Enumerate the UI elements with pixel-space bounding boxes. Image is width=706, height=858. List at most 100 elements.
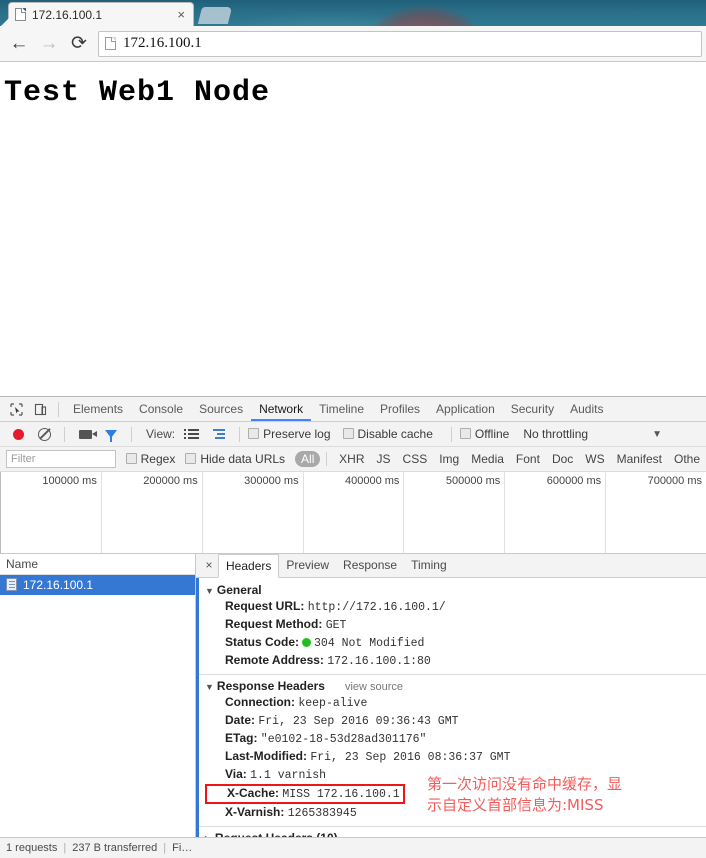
header-name: Remote Address: — [225, 652, 324, 667]
header-name: Status Code: — [225, 634, 300, 649]
request-name: 172.16.100.1 — [23, 577, 94, 592]
filter-type-media[interactable]: Media — [465, 451, 510, 467]
timeline-tick-label: 500000 ms — [445, 475, 501, 488]
timeline-tick-label: 600000 ms — [546, 475, 602, 488]
view-source-link[interactable]: view source — [345, 681, 403, 693]
tab-response[interactable]: Response — [336, 554, 404, 577]
forward-icon[interactable]: → — [34, 29, 64, 59]
waterfall-view-icon[interactable] — [207, 422, 231, 446]
header-value: "e0102-18-53d28ad301176" — [260, 732, 427, 746]
desktop-wallpaper-glow — [200, 10, 460, 26]
filter-type-other[interactable]: Othe — [668, 451, 706, 467]
header-name: X-Varnish: — [225, 804, 285, 819]
header-name: ETag: — [225, 730, 258, 745]
header-value: keep-alive — [298, 696, 368, 710]
timeline-tick-label: 100000 ms — [42, 475, 97, 488]
header-value[interactable]: http://172.16.100.1/ — [308, 601, 446, 614]
browser-title-bar: 172.16.100.1 × — [0, 0, 706, 26]
disable-cache-checkbox[interactable]: Disable cache — [342, 427, 433, 441]
filter-type-all[interactable]: All — [295, 451, 321, 468]
filter-input[interactable]: Filter — [6, 450, 116, 469]
tab-sources[interactable]: Sources — [191, 397, 251, 421]
tab-security[interactable]: Security — [503, 397, 562, 421]
filter-type-js[interactable]: JS — [371, 451, 397, 467]
timeline-tick-label: 200000 ms — [143, 475, 198, 488]
page-favicon-icon — [15, 8, 26, 21]
offline-checkbox[interactable]: Offline — [459, 427, 509, 441]
transferred-size: 237 B transferred — [72, 841, 158, 854]
tab-audits[interactable]: Audits — [562, 397, 611, 421]
filter-type-doc[interactable]: Doc — [546, 451, 579, 467]
tab-application[interactable]: Application — [428, 397, 503, 421]
regex-checkbox[interactable]: Regex — [125, 452, 176, 467]
header-row-x-cache-highlighted: X-Cache: MISS 172.16.100.1 — [205, 783, 405, 804]
timeline-tick: 300000 ms — [203, 472, 304, 553]
document-icon — [6, 578, 17, 592]
inspect-element-icon[interactable] — [4, 397, 28, 421]
filter-type-ws[interactable]: WS — [579, 451, 610, 467]
hide-data-urls-checkbox[interactable]: Hide data URLs — [185, 452, 285, 466]
filter-divider — [326, 452, 328, 467]
chevron-down-icon[interactable]: ▼ — [652, 429, 662, 440]
timeline-tick: 400000 ms — [304, 472, 405, 553]
close-icon[interactable]: × — [175, 8, 187, 21]
tab-profiles[interactable]: Profiles — [372, 397, 428, 421]
camera-icon[interactable] — [73, 422, 97, 446]
filter-type-manifest[interactable]: Manifest — [611, 451, 668, 467]
checkbox-box — [185, 453, 197, 465]
timeline-tick: 600000 ms — [505, 472, 607, 553]
funnel-icon[interactable] — [99, 422, 123, 446]
status-divider: | — [63, 841, 67, 854]
column-header-name[interactable]: Name — [0, 554, 195, 575]
tab-elements[interactable]: Elements — [65, 397, 131, 421]
browser-tab-title: 172.16.100.1 — [32, 7, 103, 22]
checkbox-box — [125, 453, 137, 465]
section-divider — [199, 825, 706, 827]
new-tab-button[interactable] — [197, 7, 233, 24]
tab-preview[interactable]: Preview — [279, 554, 336, 577]
toolbar-divider — [131, 426, 132, 442]
finish-time: Fi… — [172, 841, 193, 854]
tab-network[interactable]: Network — [251, 397, 311, 421]
header-name: Last-Modified: — [225, 748, 307, 763]
filter-type-css[interactable]: CSS — [397, 451, 434, 467]
list-view-icon[interactable] — [181, 422, 205, 446]
status-divider: | — [163, 841, 167, 854]
header-name: Via: — [225, 766, 247, 781]
tab-headers[interactable]: Headers — [218, 554, 280, 579]
page-viewport: Test Web1 Node — [0, 62, 706, 396]
reload-icon[interactable]: ⟳ — [64, 29, 94, 59]
record-icon[interactable] — [6, 422, 30, 446]
request-headers-section-header[interactable]: ▶Request Headers (10) — [203, 830, 706, 837]
header-value: Fri, 23 Sep 2016 08:36:37 GMT — [310, 750, 511, 764]
browser-tab[interactable]: 172.16.100.1 × — [8, 2, 194, 26]
address-bar[interactable]: 172.16.100.1 — [98, 30, 702, 57]
close-icon[interactable]: × — [200, 558, 218, 572]
timeline-tick: 200000 ms — [102, 472, 203, 553]
back-icon[interactable]: ← — [4, 29, 34, 59]
preserve-log-checkbox[interactable]: Preserve log — [248, 427, 331, 441]
table-row[interactable]: 172.16.100.1 — [0, 574, 195, 595]
filter-type-font[interactable]: Font — [510, 451, 546, 467]
clear-icon[interactable] — [32, 422, 56, 446]
throttling-select[interactable]: No throttling — [523, 427, 588, 441]
section-divider — [199, 673, 706, 675]
toggle-device-toolbar-icon[interactable] — [28, 397, 52, 421]
triangle-right-icon: ▶ — [205, 834, 212, 837]
filter-type-xhr[interactable]: XHR — [333, 451, 370, 467]
general-section-header[interactable]: ▼ General — [203, 582, 706, 598]
details-tab-strip: × Headers Preview Response Timing — [196, 553, 706, 579]
tab-timeline[interactable]: Timeline — [311, 397, 372, 421]
header-name: X-Cache: — [227, 785, 280, 800]
address-bar-value: 172.16.100.1 — [123, 35, 202, 51]
header-value: 172.16.100.1:80 — [327, 654, 431, 668]
network-timeline-ruler: 100000 ms 200000 ms 300000 ms 400000 ms … — [0, 472, 706, 554]
filter-type-img[interactable]: Img — [433, 451, 465, 467]
page-info-icon[interactable] — [105, 37, 116, 50]
tab-timing[interactable]: Timing — [404, 554, 454, 577]
devtools-status-bar: 1 requests | 237 B transferred | Fi… — [0, 836, 706, 858]
network-toolbar: View: Preserve log Disable cache Offline… — [0, 422, 706, 448]
tab-console[interactable]: Console — [131, 397, 191, 421]
regex-label: Regex — [140, 452, 176, 467]
response-headers-section-header[interactable]: ▼ Response Headers view source — [203, 678, 706, 694]
